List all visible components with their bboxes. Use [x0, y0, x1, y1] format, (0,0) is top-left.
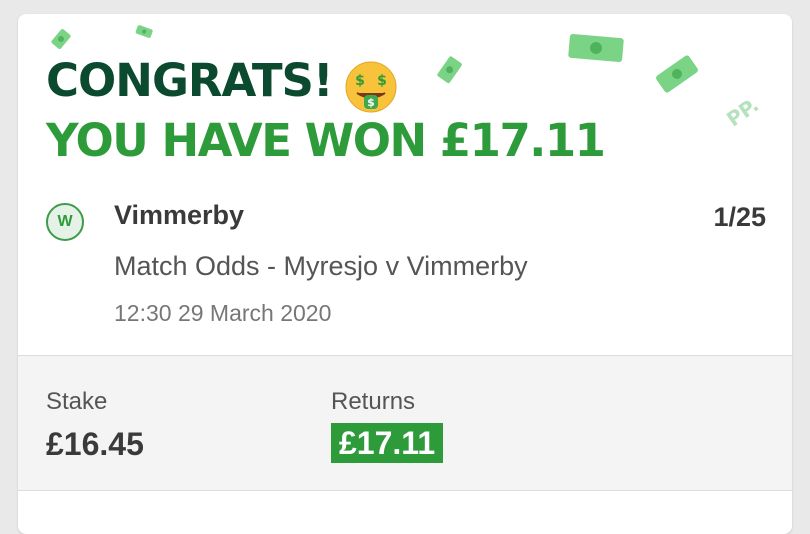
congrats-heading: CONGRATS!: [46, 54, 333, 107]
stake-label: Stake: [46, 388, 108, 415]
stake-value: £16.45: [46, 426, 144, 462]
market-description: Match Odds - Myresjo v Vimmerby: [114, 251, 528, 281]
banknote-icon: [135, 25, 153, 38]
win-badge: W: [46, 203, 84, 241]
banknote-icon: [437, 56, 462, 84]
bet-summary: Stake £16.45 Returns £17.11: [18, 355, 792, 491]
selection-name: Vimmerby: [114, 200, 245, 230]
money-mouth-face-icon: $ $ $: [345, 61, 397, 113]
won-amount-heading: YOU HAVE WON £17.11: [46, 114, 606, 167]
banknote-icon: [51, 29, 71, 49]
event-datetime: 12:30 29 March 2020: [114, 300, 332, 326]
svg-text:$: $: [367, 96, 375, 109]
bet-odds: 1/25: [713, 202, 766, 232]
svg-text:$: $: [355, 73, 365, 89]
returns-label: Returns: [331, 388, 416, 415]
pp-watermark: PP.: [722, 92, 764, 132]
banknote-icon: [568, 33, 624, 63]
svg-text:$: $: [377, 73, 387, 89]
bet-result-card: PP. CONGRATS! $ $ $ YOU HAVE WON £17.11 …: [18, 14, 792, 534]
banknote-icon: [656, 55, 698, 93]
returns-value: £17.11: [331, 423, 444, 463]
